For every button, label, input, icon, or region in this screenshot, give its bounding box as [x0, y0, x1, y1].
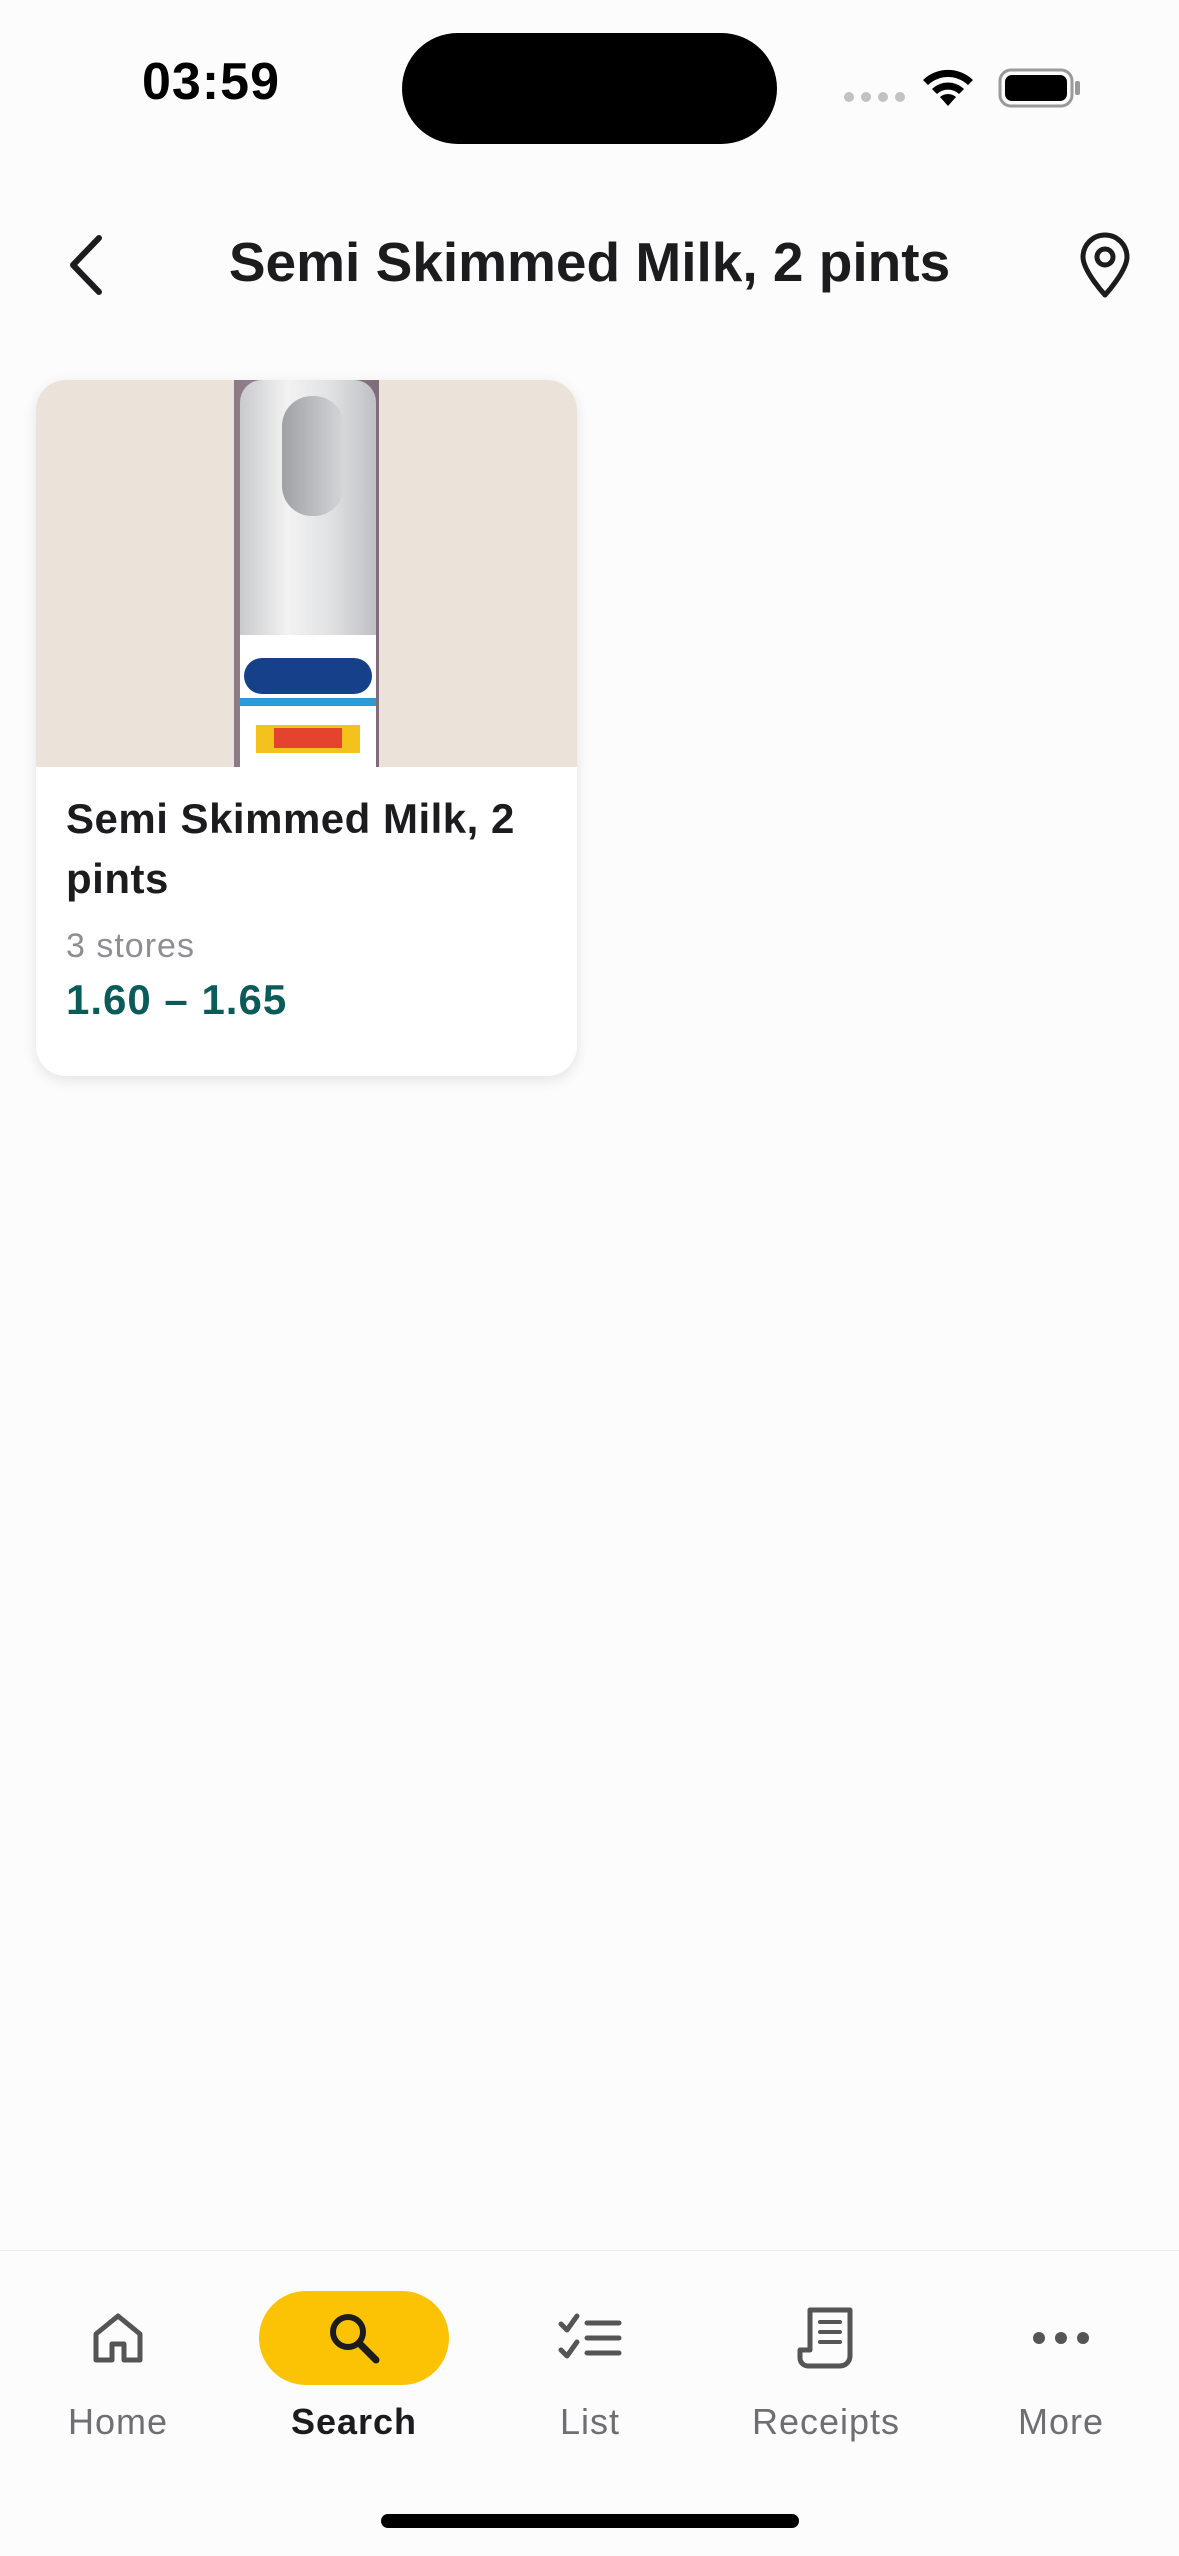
nav-item-home[interactable]: Home — [0, 2271, 236, 2471]
nav-label-search: Search — [290, 2401, 418, 2442]
chevron-left-icon — [70, 235, 102, 295]
bottom-navigation: Home Search List Receipts More — [0, 2250, 1179, 2556]
back-button[interactable] — [50, 225, 120, 305]
product-name: Semi Skimmed Milk, 2 pints — [66, 795, 515, 902]
product-image — [36, 380, 577, 767]
location-button[interactable] — [1070, 222, 1140, 308]
map-pin-icon — [1080, 232, 1130, 298]
status-time: 03:59 — [142, 53, 280, 111]
more-icon — [966, 2291, 1156, 2385]
price-range: 1.60 – 1.65 — [66, 976, 288, 1023]
page-title: Semi Skimmed Milk, 2 pints — [228, 231, 951, 293]
top-app-bar: Semi Skimmed Milk, 2 pints — [0, 200, 1179, 330]
nav-item-more[interactable]: More — [943, 2271, 1179, 2471]
checklist-icon — [495, 2291, 685, 2385]
store-count: 3 stores — [66, 927, 195, 965]
search-icon — [259, 2291, 449, 2385]
nav-item-list[interactable]: List — [472, 2271, 708, 2471]
dynamic-island — [402, 33, 777, 144]
home-indicator[interactable] — [381, 2514, 799, 2528]
receipt-icon — [731, 2291, 921, 2385]
nav-item-receipts[interactable]: Receipts — [708, 2271, 944, 2471]
cellular-signal-icon — [844, 92, 905, 102]
home-icon — [23, 2291, 213, 2385]
nav-label-more: More — [1017, 2401, 1105, 2442]
status-bar: 03:59 — [0, 0, 1179, 170]
wifi-icon — [920, 66, 976, 113]
nav-label-home: Home — [67, 2401, 169, 2442]
nav-label-list: List — [559, 2401, 621, 2442]
nav-item-search[interactable]: Search — [236, 2271, 472, 2471]
nav-label-receipts: Receipts — [751, 2401, 901, 2442]
product-card[interactable]: Semi Skimmed Milk, 2 pints 3 stores 1.60… — [36, 380, 577, 1076]
battery-icon — [998, 68, 1082, 113]
